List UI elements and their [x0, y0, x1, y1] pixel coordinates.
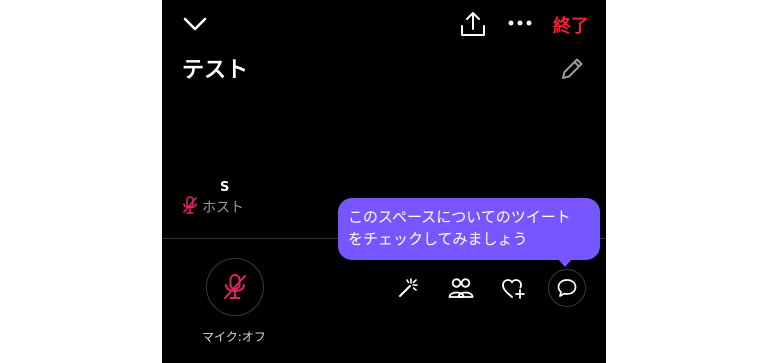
spaces-screen: 終了 テスト S ホスト マイク:オフ このスペースについてのツイート をチェッ…	[162, 0, 606, 363]
pencil-icon[interactable]	[558, 55, 586, 83]
magic-wand-icon[interactable]	[396, 276, 420, 300]
chevron-down-icon[interactable]	[182, 12, 208, 36]
comment-icon	[556, 277, 578, 299]
speaker-name: S	[220, 180, 230, 195]
end-space-button[interactable]: 終了	[553, 12, 589, 38]
mic-status-label: マイク:オフ	[202, 330, 266, 344]
tooltip-tail	[557, 258, 573, 267]
tooltip-line-2: をチェックしてみましょう	[348, 230, 528, 248]
space-title: テスト	[182, 58, 249, 83]
share-icon[interactable]	[459, 9, 487, 39]
people-icon[interactable]	[448, 277, 474, 299]
comment-button[interactable]	[548, 269, 586, 307]
more-icon[interactable]	[507, 18, 533, 28]
mic-off-icon	[182, 196, 198, 214]
heart-plus-icon[interactable]	[501, 277, 527, 301]
mic-toggle-button[interactable]	[206, 258, 264, 316]
tweets-tooltip[interactable]: このスペースについてのツイート をチェックしてみましょう	[338, 198, 600, 260]
speaker-role: ホスト	[202, 200, 244, 216]
mic-off-icon	[222, 273, 248, 301]
tooltip-line-1: このスペースについてのツイート	[348, 208, 571, 226]
